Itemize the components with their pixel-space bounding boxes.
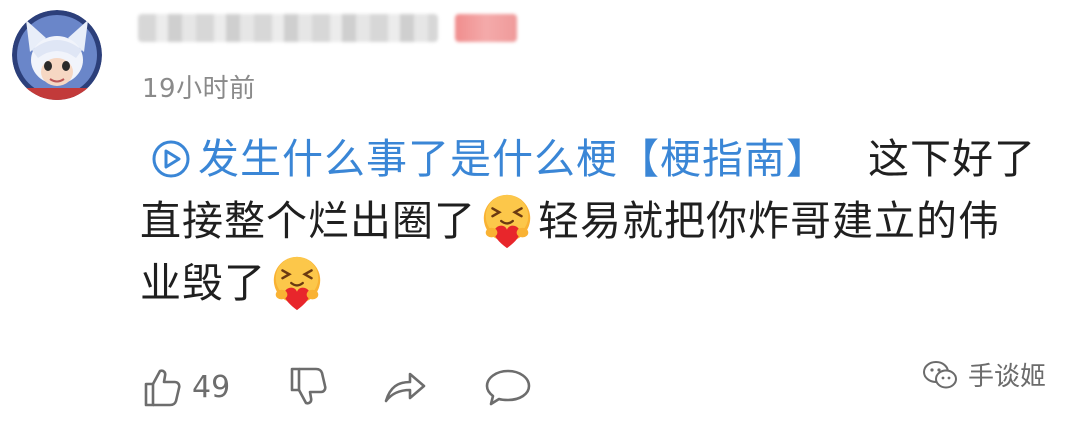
wechat-icon xyxy=(922,360,957,388)
speech-bubble-icon xyxy=(485,369,531,406)
comment-body: 发生什么事了是什么梗【梗指南】 这下好了 直接整个烂出圈了 轻易就把你炸哥建立的… xyxy=(140,128,1060,314)
reply-button[interactable] xyxy=(484,365,532,409)
share-arrow-icon xyxy=(384,372,426,403)
avatar[interactable] xyxy=(12,10,102,100)
watermark-text: 手谈姬 xyxy=(967,362,1046,392)
user-badge-redacted xyxy=(455,14,517,42)
thumbs-up-icon xyxy=(144,369,181,407)
topic-link[interactable]: 发生什么事了是什么梗【梗指南】 xyxy=(140,128,828,190)
like-count: 49 xyxy=(192,369,231,405)
comment-text-segment: 轻易就把你炸哥建立的伟 xyxy=(538,197,1000,245)
comment-line-2: 直接整个烂出圈了 轻易就把你炸哥建立的伟 xyxy=(140,190,1060,252)
comment-timestamp: 19小时前 xyxy=(142,74,256,104)
anime-wolf-avatar-icon xyxy=(12,10,102,100)
comment-line-1: 发生什么事了是什么梗【梗指南】 这下好了 xyxy=(140,128,1060,190)
play-circle-icon xyxy=(152,140,190,178)
watermark: 手谈姬 xyxy=(922,356,1046,393)
dislike-button[interactable] xyxy=(286,365,330,409)
topic-link-text: 发生什么事了是什么梗【梗指南】 xyxy=(198,135,828,183)
heart-hug-laugh-emoji xyxy=(483,194,531,249)
comment-action-bar: 49 xyxy=(140,362,532,412)
heart-hug-laugh-emoji xyxy=(273,256,321,311)
comment-line-3: 业毁了 xyxy=(140,252,1060,314)
username-redacted[interactable] xyxy=(138,14,438,42)
thumbs-down-icon xyxy=(290,367,327,405)
comment-text-segment: 直接整个烂出圈了 xyxy=(140,197,476,245)
share-button[interactable] xyxy=(382,365,428,409)
comment-text-segment: 业毁了 xyxy=(140,259,266,307)
comment-text-segment: 这下好了 xyxy=(868,135,1036,183)
like-button[interactable]: 49 xyxy=(140,365,230,409)
